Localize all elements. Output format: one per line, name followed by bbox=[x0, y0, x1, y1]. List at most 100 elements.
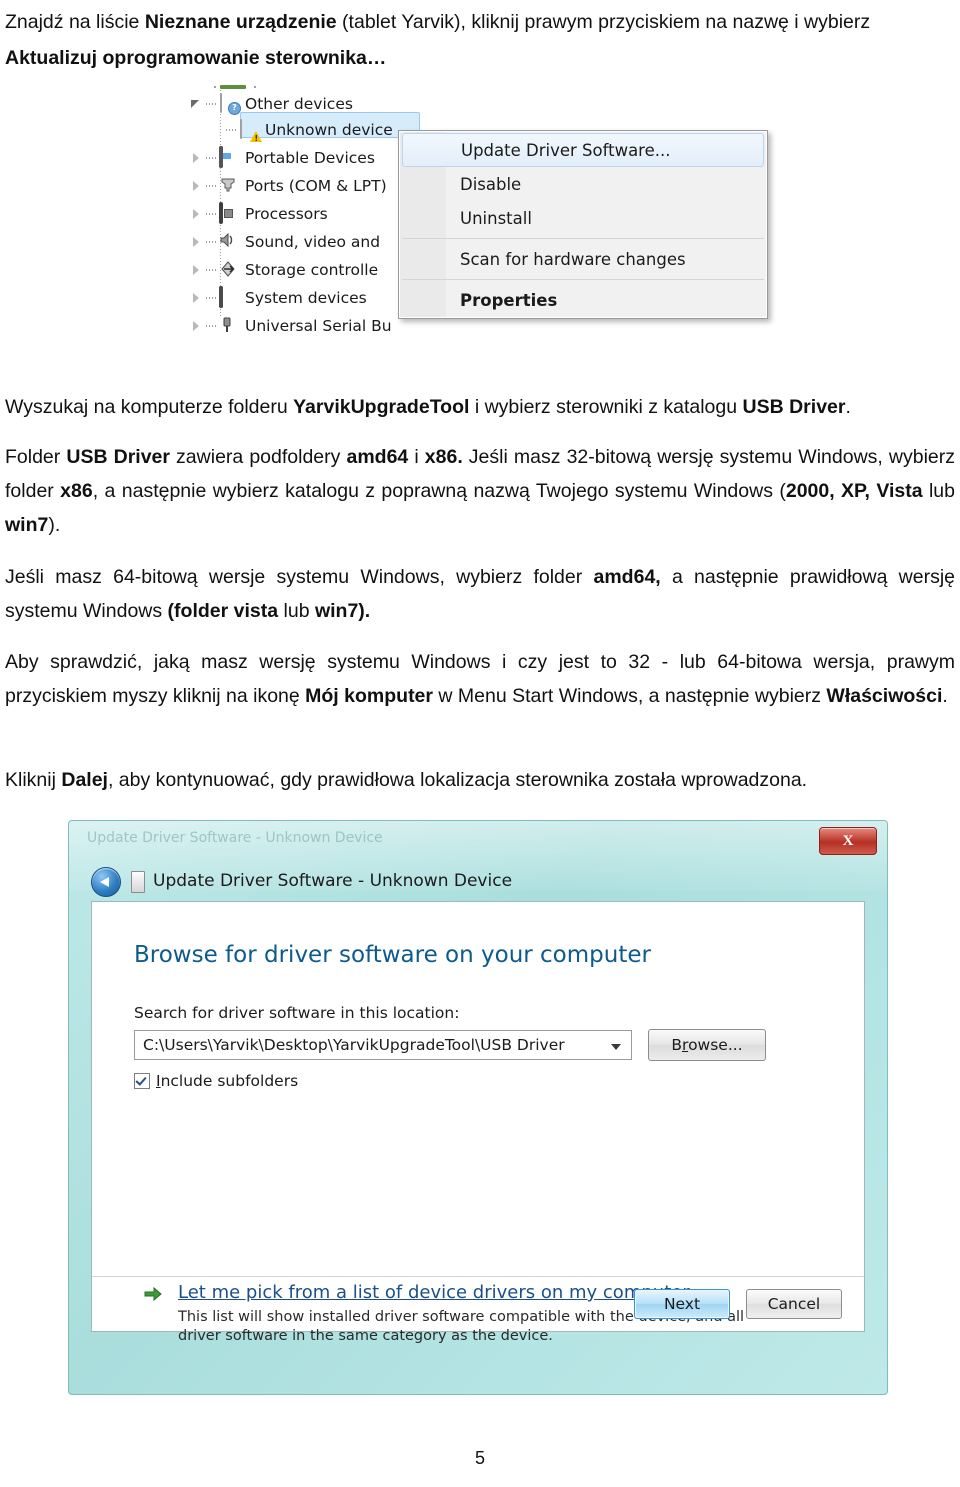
text-run: Folder bbox=[5, 446, 67, 468]
tree-dot bbox=[214, 86, 216, 88]
tree-item-label: Storage controlle bbox=[245, 261, 379, 279]
paragraph-2: Folder USB Driver zawiera podfoldery amd… bbox=[5, 440, 955, 542]
tree-connector bbox=[206, 241, 218, 243]
context-menu-item-update-driver-software[interactable]: Update Driver Software... bbox=[402, 133, 764, 167]
tree-item-label: Universal Serial Bu bbox=[245, 317, 392, 335]
emphasis-run: amd64 bbox=[346, 446, 409, 468]
browse-label-post: owse... bbox=[688, 1036, 743, 1054]
ghost-title-text: Update Driver Software - Unknown Device bbox=[87, 830, 383, 846]
intro-paragraph: Znajdź na liście Nieznane urządzenie (ta… bbox=[5, 4, 957, 76]
emphasis-run: USB Driver bbox=[66, 446, 170, 468]
expander-closed-icon[interactable] bbox=[190, 291, 204, 305]
text-run: . bbox=[845, 396, 851, 418]
expander-closed-icon[interactable] bbox=[190, 263, 204, 277]
green-arrow-icon bbox=[144, 1286, 162, 1302]
intro-line-1: Znajdź na liście Nieznane urządzenie (ta… bbox=[5, 4, 957, 40]
text-run: , aby kontynuować, gdy prawidłowa lokali… bbox=[107, 769, 808, 791]
tree-item-system-devices[interactable]: System devices bbox=[190, 284, 367, 312]
expander-closed-icon[interactable] bbox=[190, 319, 204, 333]
expander-closed-icon[interactable] bbox=[190, 235, 204, 249]
device-context-menu[interactable]: Update Driver Software... Disable Uninst… bbox=[398, 130, 768, 319]
expander-closed-icon[interactable] bbox=[190, 179, 204, 193]
paragraph-5-text: Kliknij Dalej, aby kontynuować, gdy praw… bbox=[5, 763, 955, 797]
tree-item-label: Portable Devices bbox=[245, 149, 375, 167]
page-number: 5 bbox=[474, 1448, 485, 1468]
text-run: Wyszukaj na komputerze folderu bbox=[5, 396, 294, 418]
tree-connector bbox=[226, 129, 238, 131]
emphasis-run: x86 bbox=[60, 480, 93, 502]
storage-controller-icon bbox=[219, 260, 239, 280]
emphasis-run: Dalej bbox=[61, 769, 108, 791]
close-icon[interactable]: X bbox=[819, 827, 877, 855]
chevron-down-icon[interactable] bbox=[611, 1044, 621, 1050]
tree-item-sound-video-game[interactable]: Sound, video and bbox=[190, 228, 380, 256]
emphasis-run: USB Driver bbox=[742, 396, 846, 418]
tree-connector bbox=[206, 269, 218, 271]
text-run: i bbox=[408, 446, 425, 468]
tree-item-label: System devices bbox=[245, 289, 367, 307]
tree-item-usb-controllers[interactable]: Universal Serial Bu bbox=[190, 312, 392, 340]
paragraph-1-text: Wyszukaj na komputerze folderu YarvikUpg… bbox=[5, 390, 955, 424]
device-manager-screenshot: ? Other devices Unknown device Portable … bbox=[186, 84, 786, 346]
intro-line-2: Aktualizuj oprogramowanie sterownika… bbox=[5, 40, 957, 76]
tree-item-label: Other devices bbox=[245, 95, 353, 113]
browse-label-pre: B bbox=[671, 1036, 683, 1054]
update-driver-wizard-screenshot: Update Driver Software - Unknown Device … bbox=[68, 820, 888, 1395]
text-run: ). bbox=[48, 514, 61, 536]
context-menu-separator bbox=[402, 238, 764, 239]
browse-button[interactable]: Browse... bbox=[648, 1029, 766, 1061]
intro-line-1-post: (tablet Yarvik), kliknij prawym przycisk… bbox=[336, 11, 871, 33]
wizard-content-panel: Browse for driver software on your compu… bbox=[91, 901, 865, 1344]
expander-closed-icon[interactable] bbox=[190, 151, 204, 165]
paragraph-4-text: Aby sprawdzić, jaką masz wersję systemu … bbox=[5, 645, 955, 713]
context-menu-item-uninstall[interactable]: Uninstall bbox=[400, 201, 766, 235]
let-me-pick-accel: L bbox=[178, 1282, 188, 1303]
monitor-icon bbox=[220, 85, 246, 89]
let-me-pick-link[interactable]: Let me pick from a list of device driver… bbox=[178, 1282, 690, 1303]
device-warning-icon bbox=[239, 119, 262, 143]
wizard-heading: Browse for driver software on your compu… bbox=[134, 942, 651, 968]
tree-item-unknown-device[interactable]: Unknown device bbox=[210, 116, 393, 144]
checkbox-checked-icon[interactable] bbox=[134, 1073, 150, 1089]
emphasis-run: Właściwości bbox=[826, 685, 943, 707]
context-menu-item-properties[interactable]: Properties bbox=[400, 283, 766, 317]
tree-connector bbox=[206, 103, 218, 105]
back-arrow-icon[interactable] bbox=[91, 867, 121, 897]
expander-closed-icon[interactable] bbox=[190, 207, 204, 221]
tree-item-processors[interactable]: Processors bbox=[190, 200, 328, 228]
include-subfolders-checkbox[interactable]: Include subfolders bbox=[134, 1072, 298, 1090]
expander-leaf bbox=[210, 123, 224, 137]
tree-item-ports[interactable]: Ports (COM & LPT) bbox=[190, 172, 387, 200]
tree-connector bbox=[206, 297, 218, 299]
emphasis-run: win7 bbox=[5, 514, 49, 536]
port-icon bbox=[219, 176, 239, 196]
context-menu-item-disable[interactable]: Disable bbox=[400, 167, 766, 201]
tree-item-other-devices[interactable]: ? Other devices bbox=[190, 90, 353, 118]
wizard-title: Update Driver Software - Unknown Device bbox=[153, 871, 513, 891]
emphasis-run: win7). bbox=[314, 600, 371, 622]
tree-item-label: Processors bbox=[245, 205, 328, 223]
next-button[interactable]: Next bbox=[634, 1289, 730, 1319]
context-menu-item-scan-for-hardware-changes[interactable]: Scan for hardware changes bbox=[400, 242, 766, 276]
emphasis-run: vista bbox=[233, 600, 279, 622]
system-device-icon bbox=[219, 286, 239, 308]
tree-item-storage-controllers[interactable]: Storage controlle bbox=[190, 256, 378, 284]
cancel-button[interactable]: Cancel bbox=[746, 1289, 842, 1319]
text-run: Kliknij bbox=[5, 769, 62, 791]
text-run: , a następnie wybierz katalogu z poprawn… bbox=[92, 480, 786, 502]
emphasis-run: 2000, XP, Vista bbox=[785, 480, 923, 502]
paragraph-2-text: Folder USB Driver zawiera podfoldery amd… bbox=[5, 440, 955, 542]
location-combobox[interactable]: C:\Users\Yarvik\Desktop\YarvikUpgradeToo… bbox=[134, 1030, 632, 1060]
processor-icon bbox=[219, 202, 239, 224]
text-run: Jeśli masz 64-bitową wersje systemu Wind… bbox=[5, 566, 594, 588]
location-label: Search for driver software in this locat… bbox=[134, 1004, 460, 1022]
expander-open-icon[interactable] bbox=[190, 97, 204, 111]
tree-item-portable-devices[interactable]: Portable Devices bbox=[190, 144, 375, 172]
text-run: zawiera podfoldery bbox=[169, 446, 347, 468]
paragraph-4: Aby sprawdzić, jaką masz wersję systemu … bbox=[5, 645, 955, 713]
let-me-pick-rest: et me pick from a list of device drivers… bbox=[187, 1282, 690, 1303]
paragraph-3: Jeśli masz 64-bitową wersje systemu Wind… bbox=[5, 560, 955, 628]
text-run: . bbox=[942, 685, 948, 707]
intro-line-1-bold: Nieznane urządzenie bbox=[144, 11, 337, 33]
tree-item-label: Sound, video and bbox=[245, 233, 381, 251]
